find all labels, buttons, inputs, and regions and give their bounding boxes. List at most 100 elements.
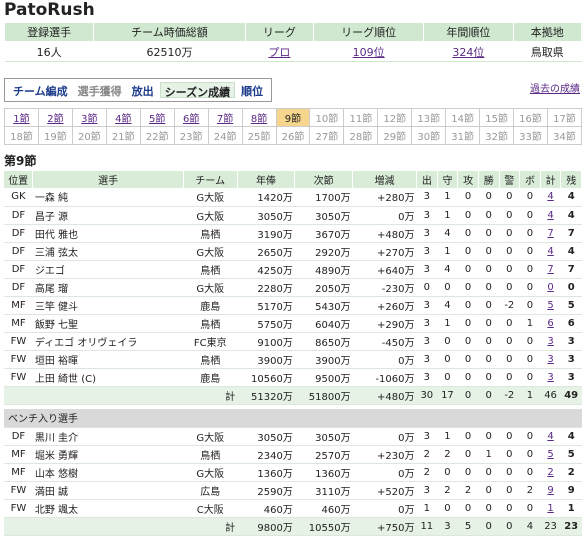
tab-scout[interactable]: 選手獲得 <box>74 82 126 98</box>
player-cell: 0 <box>499 206 520 225</box>
player-cell: 4 <box>560 427 582 446</box>
column-header: 守 <box>437 171 459 188</box>
player-row: DF 田代 雅也 鳥栖 3190万 3670万 +480万 3 4 0 0 0 0 7 7 <box>4 224 582 243</box>
player-cell: 1360万 <box>294 463 353 482</box>
round-cell[interactable]: 9節 <box>275 108 311 127</box>
tab-team[interactable]: チーム編成 <box>9 82 72 98</box>
round-cell[interactable]: 3節 <box>71 108 107 127</box>
round-cell[interactable]: 8節 <box>241 108 277 127</box>
past-results-link[interactable]: 過去の成績 <box>530 80 580 95</box>
player-cell: 0 <box>499 278 520 297</box>
points-link[interactable]: 0 <box>547 282 553 293</box>
player-cell: 鳥栖 <box>183 314 238 333</box>
player-cell: 堀米 勇輝 <box>32 445 184 464</box>
player-cell: 0 <box>478 350 499 369</box>
player-cell: 0 <box>478 332 499 351</box>
player-cell: G大阪 <box>183 206 238 225</box>
player-cell: 3 <box>416 350 438 369</box>
player-cell: 3 <box>560 368 582 387</box>
round-title: 第9節 <box>4 154 37 168</box>
bench-label: ベンチ入り選手 <box>4 409 582 428</box>
tab-rank[interactable]: 順位 <box>237 82 267 98</box>
player-name: 堀米 勇輝 <box>34 450 79 462</box>
round-cell[interactable]: 2節 <box>37 108 73 127</box>
player-cell: 0 <box>478 463 499 482</box>
points-link[interactable]: 5 <box>547 300 553 311</box>
player-cell: 0 <box>437 499 458 518</box>
player-cell: DF <box>4 260 33 279</box>
tab-release[interactable]: 放出 <box>128 82 158 98</box>
points-link[interactable]: 2 <box>547 467 553 478</box>
player-cell: 上田 綺世 (C) <box>32 368 184 387</box>
player-cell: FC東京 <box>183 332 238 351</box>
round-cell: 20節 <box>71 126 107 145</box>
player-cell: 2 <box>457 481 479 500</box>
player-cell: 0 <box>499 350 520 369</box>
player-cell: 0 <box>457 188 479 207</box>
player-cell: ディエゴ オリヴェイラ <box>32 332 184 351</box>
points-link[interactable]: 4 <box>547 431 553 442</box>
points-link[interactable]: 1 <box>547 503 553 514</box>
player-cell: 7 <box>540 224 561 243</box>
round-cell: 19節 <box>37 126 73 145</box>
summary-header: 登録選手 <box>3 22 95 42</box>
player-name: 北野 颯太 <box>34 504 79 516</box>
player-row: FW 上田 綺世 (C) 鹿島 10560万 9500万 -1060万 3 0 0 0 0 0 3 3 <box>4 368 582 387</box>
round-cell: 13節 <box>411 108 447 127</box>
round-cell: 32節 <box>479 126 515 145</box>
player-cell: 0 <box>457 296 479 315</box>
league-rank-link[interactable]: 109位 <box>353 46 385 59</box>
points-link[interactable]: 4 <box>547 210 553 221</box>
points-link[interactable]: 4 <box>547 191 553 202</box>
player-cell: 4 <box>540 242 561 261</box>
player-cell: 0 <box>499 499 520 518</box>
player-row: FW 垣田 裕暉 鳥栖 3900万 3900万 0万 3 0 0 0 0 0 3 3 <box>4 350 582 369</box>
points-link[interactable]: 3 <box>547 372 553 383</box>
points-link[interactable]: 6 <box>547 318 553 329</box>
annual-rank-link[interactable]: 324位 <box>452 46 484 59</box>
player-cell: 4 <box>560 188 582 207</box>
total-blank <box>4 386 33 405</box>
player-cell: 0 <box>519 332 541 351</box>
player-cell: 0 <box>519 206 541 225</box>
player-cell: 0 <box>457 242 479 261</box>
tab-season[interactable]: シーズン成績 <box>159 82 236 99</box>
round-cell[interactable]: 4節 <box>105 108 141 127</box>
points-link[interactable]: 3 <box>547 336 553 347</box>
round-cell: 24節 <box>207 126 243 145</box>
column-header: 残 <box>560 171 582 188</box>
points-link[interactable]: 9 <box>547 485 553 496</box>
points-link[interactable]: 5 <box>547 449 553 460</box>
player-name: 田代 雅也 <box>34 229 79 241</box>
points-link[interactable]: 3 <box>547 354 553 365</box>
round-cell[interactable]: 5節 <box>139 108 175 127</box>
player-name: ディエゴ オリヴェイラ <box>34 337 138 349</box>
total-cell: 23 <box>540 517 561 536</box>
round-cell[interactable]: 7節 <box>207 108 243 127</box>
round-cell[interactable]: 1節 <box>4 108 39 127</box>
round-cell: 22節 <box>139 126 175 145</box>
player-cell: 0 <box>457 224 479 243</box>
player-cell: 満田 誠 <box>32 481 184 500</box>
player-name: 飯野 七聖 <box>34 319 79 331</box>
player-cell: 1 <box>560 499 582 518</box>
points-link[interactable]: 7 <box>547 228 553 239</box>
points-link[interactable]: 7 <box>547 264 553 275</box>
player-cell: DF <box>4 206 33 225</box>
player-cell: 4890万 <box>294 260 353 279</box>
player-cell: MF <box>4 445 33 464</box>
player-cell: 3 <box>416 427 438 446</box>
player-cell: 0 <box>499 463 520 482</box>
points-link[interactable]: 4 <box>547 246 553 257</box>
player-row: MF 三竿 健斗 鹿島 5170万 5430万 +260万 3 4 0 0 -2 0 5 5 <box>4 296 582 315</box>
total-cell: 46 <box>540 386 561 405</box>
player-cell: 2590万 <box>237 481 295 500</box>
total-cell: 0 <box>478 386 499 405</box>
round-cell[interactable]: 6節 <box>173 108 209 127</box>
player-cell: 2280万 <box>237 278 295 297</box>
player-cell: +520万 <box>352 481 417 500</box>
league-link[interactable]: プロ <box>268 46 290 59</box>
player-cell: 0 <box>457 260 479 279</box>
total-cell: 5 <box>457 517 479 536</box>
player-cell: 6 <box>560 314 582 333</box>
